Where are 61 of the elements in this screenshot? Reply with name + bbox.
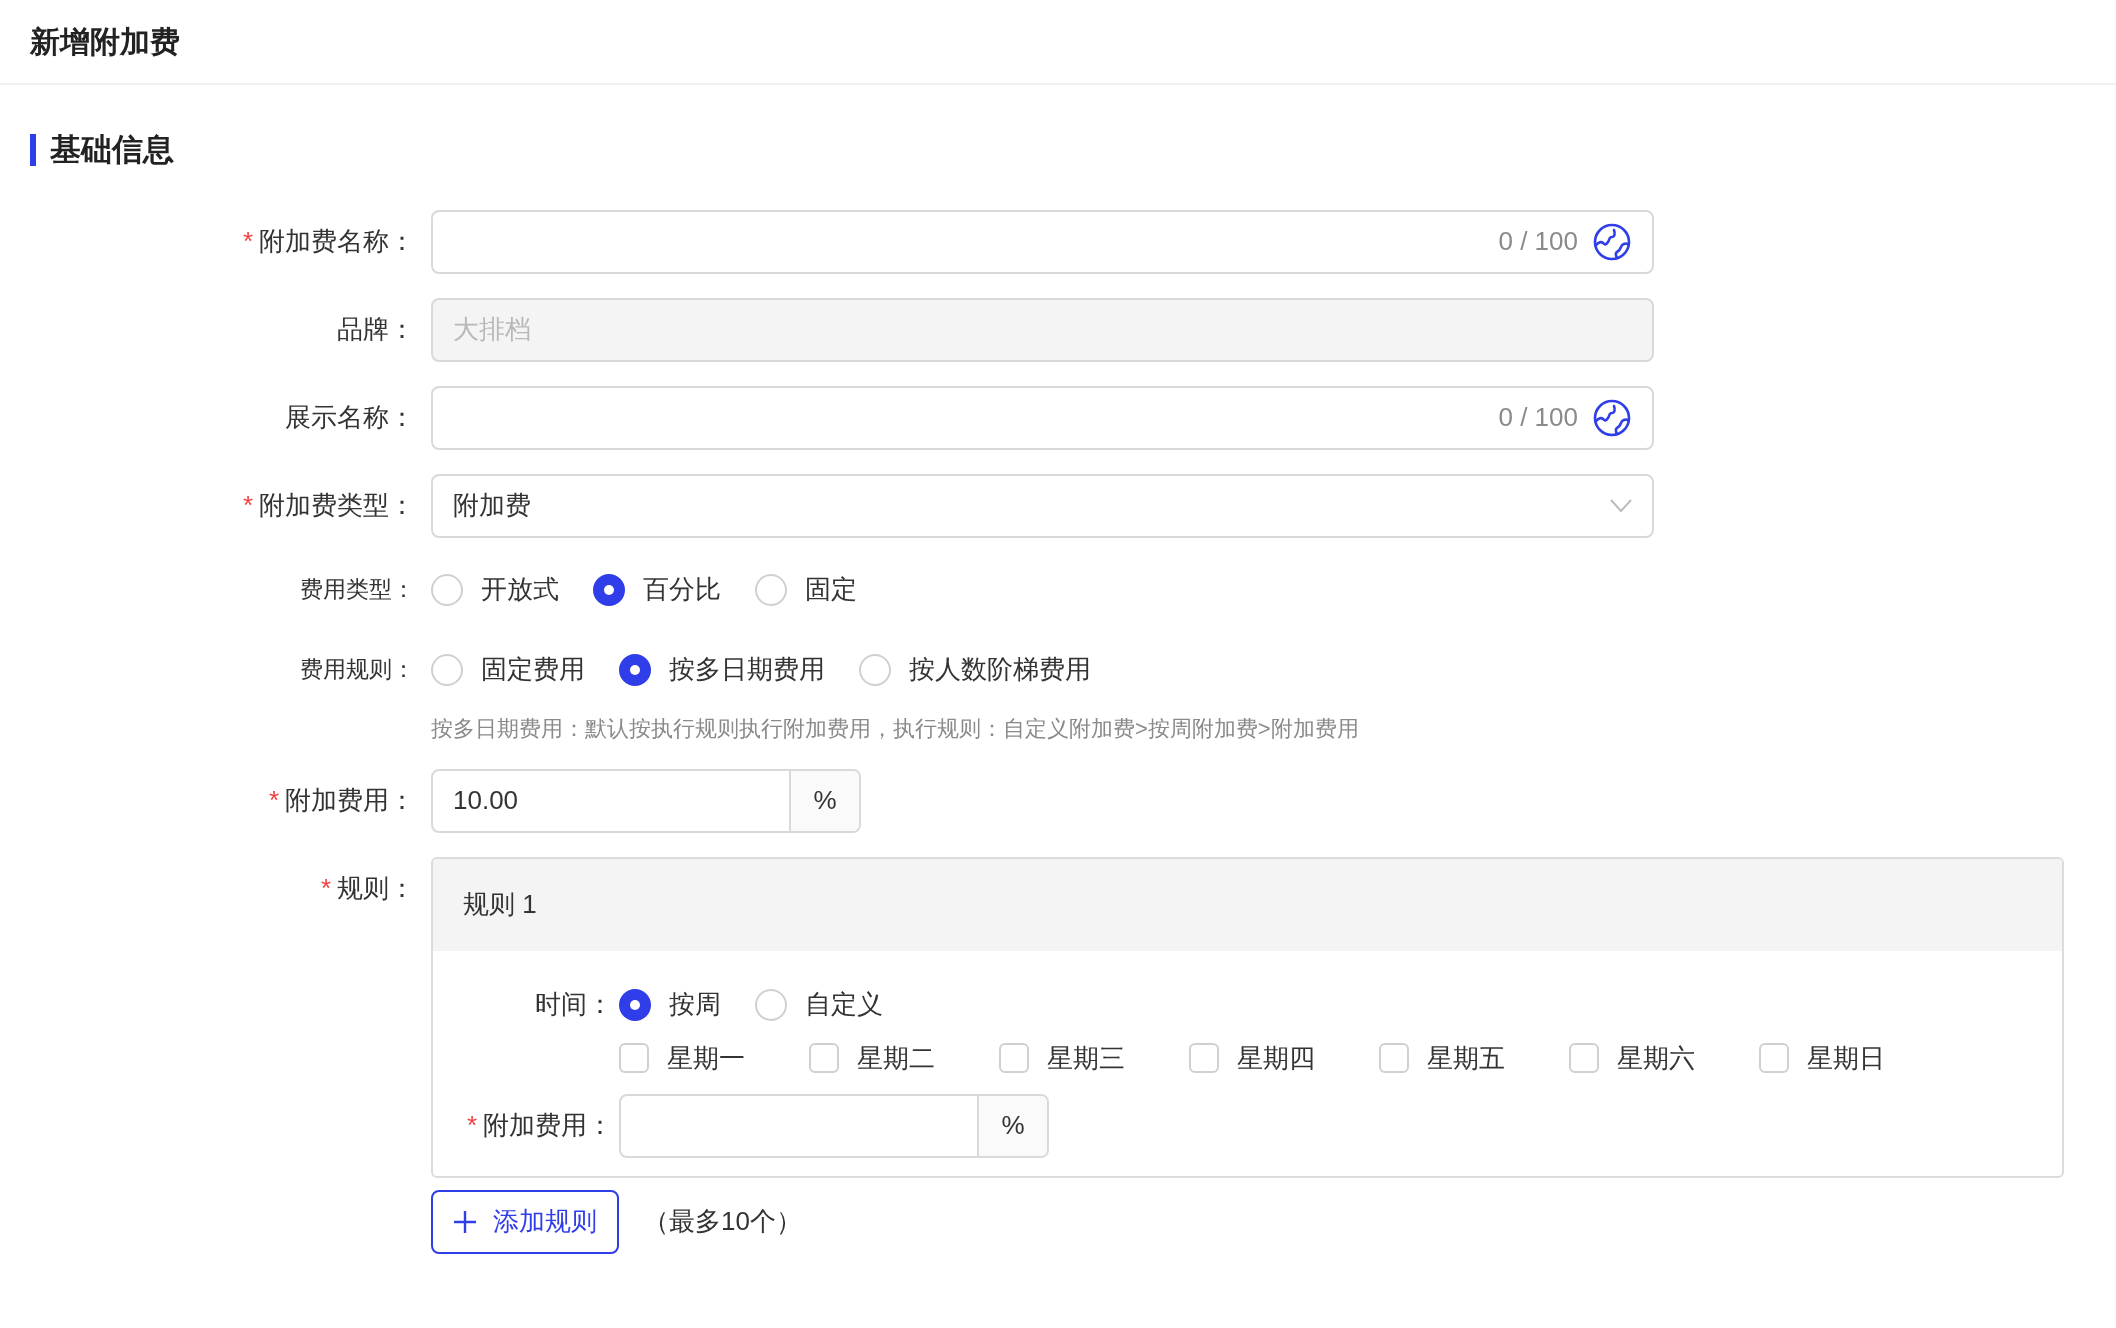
select-field[interactable]: 附加费 xyxy=(431,473,1654,538)
required-asterisk: * xyxy=(320,872,331,905)
section-marker xyxy=(30,134,36,167)
radio-option[interactable]: 开放式 xyxy=(431,570,559,609)
field-label: 费用类型： xyxy=(300,575,415,605)
limit-note: （最多10个） xyxy=(643,1205,802,1238)
checkbox-option[interactable]: 星期六 xyxy=(1569,1038,1759,1078)
plus-icon xyxy=(453,1209,477,1234)
percent-suffix: % xyxy=(977,1095,1047,1156)
section-title: 基础信息 xyxy=(50,131,174,169)
rule-title: 规则 1 xyxy=(433,858,2062,951)
checkbox-option[interactable]: 星期日 xyxy=(1759,1038,1949,1078)
character-counter: 0 / 100 xyxy=(1498,401,1578,434)
radio-option[interactable]: 固定费用 xyxy=(431,650,585,689)
help-text: 按多日期费用：默认按执行规则执行附加费用，执行规则：自定义附加费>按周附加费>附加费用 xyxy=(431,714,1359,743)
radio-button[interactable] xyxy=(593,573,625,606)
checkbox-option[interactable]: 星期三 xyxy=(999,1038,1189,1078)
field-label: 费用规则： xyxy=(300,655,415,685)
radio-button[interactable] xyxy=(619,653,651,686)
required-asterisk: * xyxy=(466,1109,477,1142)
field-label: 附加费用： xyxy=(483,1109,613,1142)
radio-button[interactable] xyxy=(619,988,651,1021)
radio-option[interactable]: 百分比 xyxy=(593,570,721,609)
field-label: 附加费用： xyxy=(285,784,415,817)
number-field[interactable]: 10.00 % xyxy=(431,768,861,833)
placeholder-text: 大排档 xyxy=(453,313,532,346)
checkbox[interactable] xyxy=(1379,1043,1409,1073)
radio-option[interactable]: 按人数阶梯费用 xyxy=(859,650,1091,689)
radio-option[interactable]: 按多日期费用 xyxy=(619,650,825,689)
checkbox-option[interactable]: 星期二 xyxy=(809,1038,999,1078)
checkbox[interactable] xyxy=(619,1043,649,1073)
checkbox-option[interactable]: 星期一 xyxy=(619,1038,809,1078)
add-rule-button[interactable]: 添加规则 xyxy=(431,1189,619,1254)
checkbox[interactable] xyxy=(999,1043,1029,1073)
select-value: 附加费 xyxy=(453,489,532,522)
field-label: 附加费类型： xyxy=(259,489,415,522)
field-label: 展示名称： xyxy=(285,401,415,434)
radio-option[interactable]: 固定 xyxy=(755,570,857,609)
character-counter: 0 / 100 xyxy=(1498,225,1578,258)
field-label: 时间： xyxy=(535,988,613,1021)
globe-icon[interactable] xyxy=(1592,397,1632,438)
checkbox[interactable] xyxy=(1759,1043,1789,1073)
required-asterisk: * xyxy=(268,784,279,817)
radio-option[interactable]: 按周 xyxy=(619,985,721,1024)
checkbox[interactable] xyxy=(809,1043,839,1073)
checkbox-option[interactable]: 星期五 xyxy=(1379,1038,1569,1078)
percent-suffix: % xyxy=(789,770,859,831)
checkbox[interactable] xyxy=(1569,1043,1599,1073)
chevron-down-icon xyxy=(1610,498,1632,513)
radio-option[interactable]: 自定义 xyxy=(755,985,883,1024)
checkbox-option[interactable]: 星期四 xyxy=(1189,1038,1379,1078)
required-asterisk: * xyxy=(242,489,253,522)
field-value: 10.00 xyxy=(452,784,520,817)
field-label: 规则： xyxy=(337,872,415,905)
required-asterisk: * xyxy=(242,225,253,258)
checkbox[interactable] xyxy=(1189,1043,1219,1073)
page-title: 新增附加费 xyxy=(30,24,180,60)
number-field[interactable]: % xyxy=(619,1093,1049,1158)
field-label: 附加费名称： xyxy=(259,225,415,258)
field-label: 品牌： xyxy=(337,313,415,346)
globe-icon[interactable] xyxy=(1592,221,1632,262)
